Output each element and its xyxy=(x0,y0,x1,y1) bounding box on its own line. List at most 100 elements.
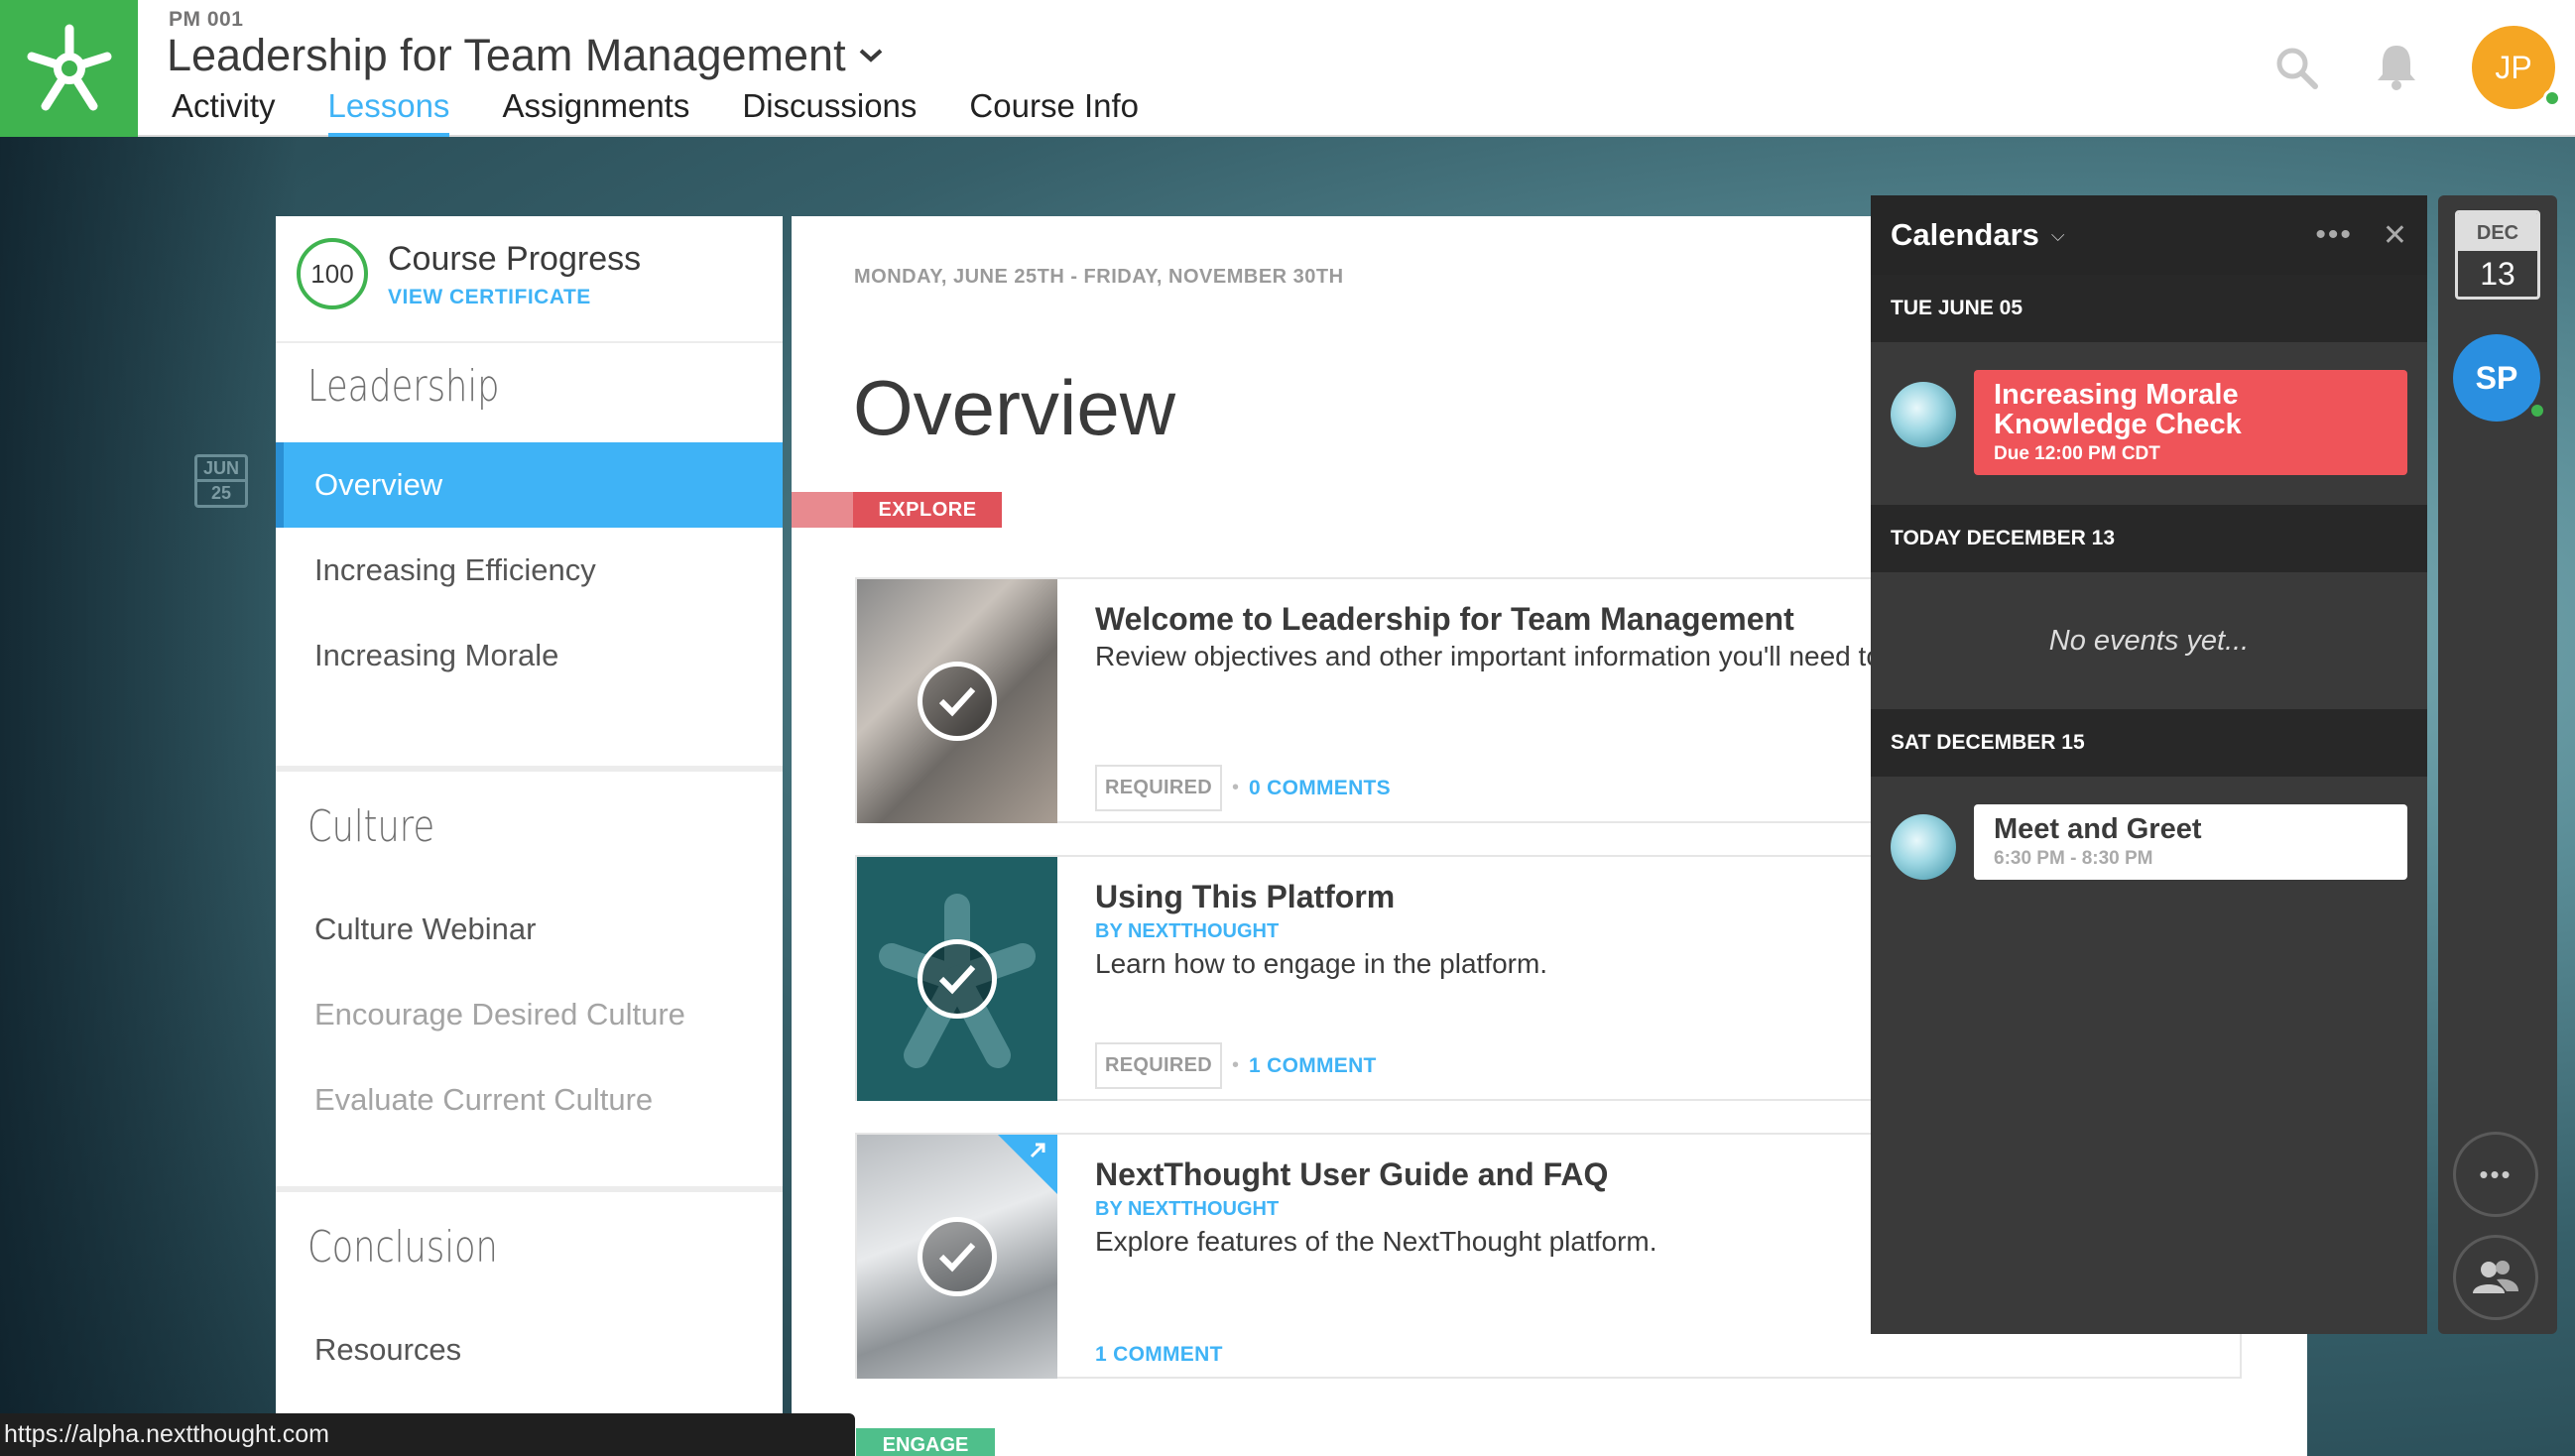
sidebar-item-encourage-desired-culture[interactable]: Encourage Desired Culture xyxy=(276,972,783,1057)
section-leadership: Leadership xyxy=(276,343,783,442)
calendar-day-heading: TUE JUNE 05 xyxy=(1871,275,2427,342)
calendar-header: Calendars ⌵ ••• ✕ xyxy=(1871,195,2427,275)
event-title: Meet and Greet xyxy=(1994,813,2202,845)
sidebar-item-increasing-efficiency[interactable]: Increasing Efficiency xyxy=(276,528,783,613)
course-tabs: Activity Lessons Assignments Discussions… xyxy=(172,87,1139,137)
card-thumbnail xyxy=(857,857,1057,1101)
card-title: Using This Platform xyxy=(1095,879,1396,914)
calendar-day-heading: TODAY DECEMBER 13 xyxy=(1871,505,2427,572)
sidebar-item-culture-webinar[interactable]: Culture Webinar xyxy=(276,887,783,972)
card-thumbnail xyxy=(857,1135,1057,1379)
card-author: BY NEXTTHOUGHT xyxy=(1095,1198,1280,1220)
card-title: Welcome to Leadership for Team Managemen… xyxy=(1095,601,1794,637)
sidebar-item-increasing-morale[interactable]: Increasing Morale xyxy=(276,613,783,698)
user-avatar[interactable]: JP xyxy=(2472,26,2561,109)
view-certificate-link[interactable]: VIEW CERTIFICATE xyxy=(388,286,591,309)
card-footer: 1 COMMENT xyxy=(1095,1343,1223,1367)
card-footer: REQUIRED • 0 COMMENTS xyxy=(1095,765,1391,811)
explore-section-tag: EXPLORE xyxy=(853,492,1002,528)
completed-check-icon xyxy=(918,1217,997,1296)
comments-link[interactable]: 0 COMMENTS xyxy=(1249,777,1391,800)
lesson-title: Overview xyxy=(853,364,1176,451)
bell-icon xyxy=(2378,46,2415,90)
external-link-icon xyxy=(998,1135,1057,1194)
course-title-dropdown[interactable]: Leadership for Team Management xyxy=(167,30,884,81)
section-title: Leadership xyxy=(307,361,500,412)
course-progress: 100 Course Progress VIEW CERTIFICATE xyxy=(276,216,783,343)
more-options-icon[interactable]: ••• xyxy=(2315,218,2353,252)
tab-activity[interactable]: Activity xyxy=(172,87,276,137)
section-title: Conclusion xyxy=(307,1222,498,1273)
progress-value: 100 xyxy=(310,258,354,289)
sidebar-item-resources[interactable]: Resources xyxy=(276,1307,783,1393)
explore-accent-bar xyxy=(792,492,853,528)
required-badge: REQUIRED xyxy=(1095,765,1222,811)
lesson-date-range: MONDAY, JUNE 25TH - FRIDAY, NOVEMBER 30T… xyxy=(854,266,1344,288)
right-rail: DEC 13 SP ••• xyxy=(2438,195,2557,1334)
progress-ring: 100 xyxy=(297,238,368,309)
top-bar: PM 001 Leadership for Team Management Ac… xyxy=(0,0,2575,137)
card-footer: REQUIRED • 1 COMMENT xyxy=(1095,1042,1377,1089)
completed-check-icon xyxy=(918,662,997,741)
rail-month: DEC xyxy=(2458,213,2537,251)
calendar-day-heading: SAT DECEMBER 15 xyxy=(1871,709,2427,777)
engage-section-tag: ENGAGE xyxy=(856,1428,995,1456)
footer-separator: • xyxy=(1231,777,1239,798)
progress-label: Course Progress xyxy=(388,240,642,278)
contacts-button[interactable] xyxy=(2453,1235,2538,1320)
no-events-text: No events yet... xyxy=(2048,624,2250,657)
comments-link[interactable]: 1 COMMENT xyxy=(1249,1054,1377,1078)
search-icon xyxy=(2276,48,2318,89)
card-thumbnail xyxy=(857,579,1057,823)
calendar-day-events: No events yet... xyxy=(1871,572,2427,709)
more-options-icon: ••• xyxy=(2479,1158,2513,1189)
calendar-event[interactable]: Meet and Greet 6:30 PM - 8:30 PM xyxy=(1974,804,2407,880)
sidebar-item-overview[interactable]: Overview xyxy=(276,442,783,528)
contact-avatar[interactable]: SP xyxy=(2453,334,2546,422)
contact-initials: SP xyxy=(2475,359,2518,396)
chevron-down-icon xyxy=(859,49,882,62)
tab-assignments[interactable]: Assignments xyxy=(502,87,689,137)
sidebar-item-evaluate-current-culture[interactable]: Evaluate Current Culture xyxy=(276,1057,783,1143)
notifications-button[interactable] xyxy=(2374,42,2419,96)
calendar-title[interactable]: Calendars xyxy=(1891,217,2039,253)
logo-star-icon xyxy=(27,24,111,111)
footer-separator: • xyxy=(1231,1054,1239,1076)
search-button[interactable] xyxy=(2273,45,2319,95)
section-title: Culture xyxy=(307,801,435,852)
badge-day: 25 xyxy=(210,483,232,503)
comments-link[interactable]: 1 COMMENT xyxy=(1095,1343,1223,1367)
rail-day: 13 xyxy=(2480,256,2515,292)
status-bar-url: https://alpha.nextthought.com xyxy=(0,1413,855,1456)
event-title: Increasing Morale Knowledge Check xyxy=(1994,379,2242,440)
lessons-sidebar: 100 Course Progress VIEW CERTIFICATE Lea… xyxy=(276,216,783,1456)
online-status-dot xyxy=(2543,89,2561,107)
card-description: Review objectives and other important in… xyxy=(1095,641,1882,671)
card-description: Explore features of the NextThought plat… xyxy=(1095,1226,1657,1257)
tab-discussions[interactable]: Discussions xyxy=(742,87,917,137)
tab-course-info[interactable]: Course Info xyxy=(969,87,1139,137)
event-avatar xyxy=(1891,814,1956,880)
card-description: Learn how to engage in the platform. xyxy=(1095,948,1548,979)
online-status-dot xyxy=(2528,402,2546,420)
event-avatar xyxy=(1891,382,1956,447)
event-time: 6:30 PM - 8:30 PM xyxy=(1994,848,2153,869)
tab-lessons[interactable]: Lessons xyxy=(327,87,450,137)
app-logo[interactable] xyxy=(0,0,138,137)
calendar-panel: Calendars ⌵ ••• ✕ TUE JUNE 05 Increasing… xyxy=(1871,195,2427,1334)
chevron-down-icon[interactable]: ⌵ xyxy=(2051,225,2065,246)
calendar-event[interactable]: Increasing Morale Knowledge Check Due 12… xyxy=(1974,370,2407,475)
lesson-date-badge: JUN 25 xyxy=(194,454,248,508)
more-button[interactable]: ••• xyxy=(2453,1132,2538,1217)
people-icon xyxy=(2473,1261,2518,1293)
completed-check-icon xyxy=(918,939,997,1019)
calendar-day-events: Meet and Greet 6:30 PM - 8:30 PM xyxy=(1871,777,2427,906)
card-author: BY NEXTTHOUGHT xyxy=(1095,920,1280,942)
card-title: NextThought User Guide and FAQ xyxy=(1095,1156,1609,1192)
course-title: Leadership for Team Management xyxy=(167,30,846,80)
user-initials: JP xyxy=(2495,49,2532,85)
event-time: Due 12:00 PM CDT xyxy=(1994,443,2160,464)
close-icon[interactable]: ✕ xyxy=(2383,218,2407,253)
calendar-toggle[interactable]: DEC 13 xyxy=(2455,210,2540,300)
badge-month: JUN xyxy=(197,457,245,482)
